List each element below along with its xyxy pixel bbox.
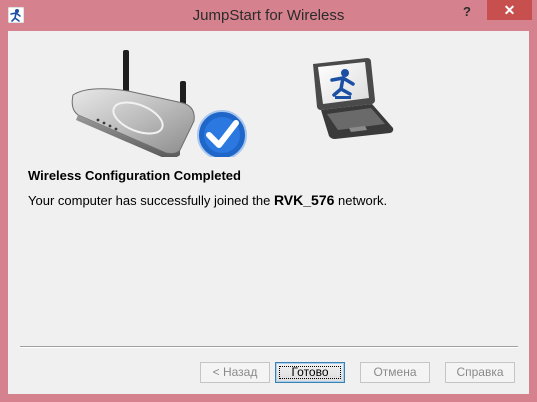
message-suffix: network. (334, 193, 388, 208)
back-button-label: < Назад (212, 365, 258, 379)
network-name: RVK_576 (273, 192, 335, 208)
message-prefix: Your computer has successfully joined th… (28, 193, 274, 208)
checkmark-badge-icon (197, 110, 247, 157)
footer-separator (20, 346, 518, 348)
completion-message: Your computer has successfully joined th… (28, 192, 387, 208)
wireless-router-icon (71, 50, 247, 157)
back-button[interactable]: < Назад (200, 362, 270, 383)
help-button[interactable]: Справка (445, 362, 515, 383)
dialog-window: JumpStart for Wireless ? ✕ Wireless Conf… (0, 0, 537, 402)
laptop-icon (313, 58, 394, 139)
title-help-button[interactable]: ? (455, 3, 479, 21)
finish-button-label: Готово (291, 365, 329, 379)
title-bar[interactable]: JumpStart for Wireless ? ✕ (0, 0, 537, 31)
dialog-client-area: Wireless Configuration Completed Your co… (8, 31, 529, 394)
cancel-button[interactable]: Отмена (360, 362, 430, 383)
completion-heading: Wireless Configuration Completed (28, 168, 241, 183)
close-button[interactable]: ✕ (487, 0, 532, 20)
cancel-button-label: Отмена (373, 365, 417, 379)
help-button-label: Справка (456, 365, 504, 379)
finish-button[interactable]: Готово (275, 362, 345, 383)
